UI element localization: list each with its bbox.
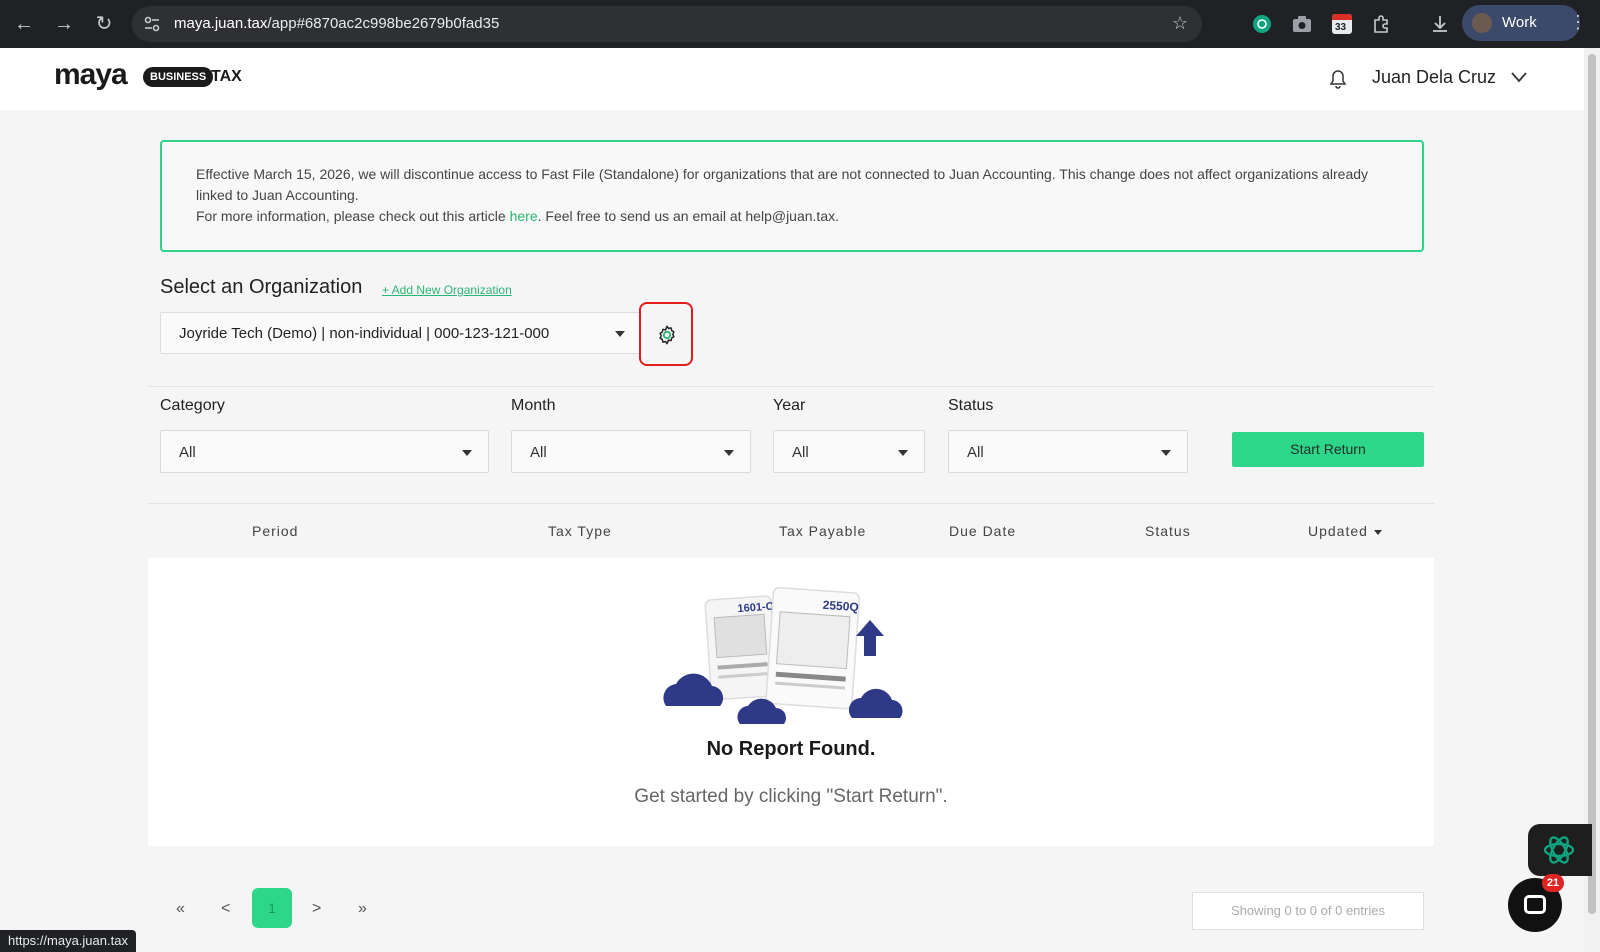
app-header: maya BUSINESS TAX Juan Dela Cruz	[0, 48, 1584, 110]
chat-unread-badge: 21	[1542, 874, 1564, 892]
column-header-tax-payable[interactable]: Tax Payable	[779, 523, 866, 539]
pagination-last[interactable]: »	[358, 900, 367, 918]
organization-value: Joyride Tech (Demo) | non-individual | 0…	[179, 325, 550, 342]
caret-down-icon	[462, 450, 472, 456]
form-label-a: 1601-C	[737, 601, 774, 615]
gear-icon	[659, 325, 675, 345]
back-icon[interactable]: ←	[12, 12, 36, 36]
caret-down-icon	[898, 450, 908, 456]
month-label: Month	[511, 397, 556, 414]
bookmark-star-icon[interactable]: ☆	[1172, 13, 1188, 34]
reload-icon[interactable]: ↻	[92, 12, 116, 36]
empty-state-subtitle: Get started by clicking "Start Return".	[634, 786, 948, 807]
category-label: Category	[160, 397, 225, 414]
year-label: Year	[773, 397, 806, 414]
org-section-title: Select an Organization	[160, 276, 363, 298]
pagination-next[interactable]: >	[312, 900, 321, 918]
year-value: All	[792, 444, 809, 461]
category-select[interactable]: All	[160, 430, 489, 473]
site-settings-icon[interactable]	[142, 14, 162, 34]
status-value: All	[967, 444, 984, 461]
empty-state-title: No Report Found.	[706, 738, 876, 760]
column-header-period[interactable]: Period	[252, 523, 298, 539]
profile-label: Work	[1502, 14, 1537, 31]
start-return-button[interactable]: Start Return	[1232, 432, 1424, 467]
forward-icon[interactable]: →	[52, 12, 76, 36]
pagination-prev[interactable]: <	[221, 900, 230, 918]
status-label: Status	[948, 397, 994, 414]
column-header-due-date[interactable]: Due Date	[949, 523, 1016, 539]
divider	[148, 503, 1434, 504]
url-text: maya.juan.tax/app#6870ac2c998be2679b0fad…	[174, 15, 500, 32]
notice-link[interactable]: here	[510, 208, 538, 224]
divider	[148, 386, 1434, 387]
add-organization-link[interactable]: + Add New Organization	[382, 283, 512, 297]
month-select[interactable]: All	[511, 430, 751, 473]
camera-extension-icon[interactable]	[1290, 12, 1314, 36]
status-select[interactable]: All	[948, 430, 1188, 473]
assistant-floating-button[interactable]	[1528, 824, 1592, 876]
user-menu[interactable]: Juan Dela Cruz	[1372, 67, 1496, 88]
calendar-extension-icon[interactable]: 33	[1330, 12, 1354, 36]
entries-summary: Showing 0 to 0 of 0 entries	[1192, 892, 1424, 930]
avatar	[1472, 13, 1492, 33]
organization-select[interactable]: Joyride Tech (Demo) | non-individual | 0…	[160, 312, 640, 354]
organization-settings-button[interactable]	[639, 302, 693, 366]
bell-icon[interactable]	[1328, 68, 1348, 90]
caret-down-icon	[1161, 450, 1171, 456]
link-status-bar: https://maya.juan.tax	[0, 930, 136, 952]
scrollbar-thumb[interactable]	[1588, 54, 1596, 914]
browser-menu-icon[interactable]: ⋮	[1569, 12, 1587, 33]
column-header-updated[interactable]: Updated	[1308, 523, 1382, 539]
calendar-badge: 33	[1335, 22, 1347, 33]
empty-reports-illustration: 1601-C 2550Q	[663, 586, 903, 724]
year-select[interactable]: All	[773, 430, 925, 473]
column-header-status[interactable]: Status	[1145, 523, 1191, 539]
caret-down-icon	[724, 450, 734, 456]
sort-caret-icon	[1373, 529, 1382, 535]
chevron-down-icon[interactable]	[1510, 70, 1528, 84]
notice-more-info: For more information, please check out t…	[196, 208, 839, 224]
pagination-page-current[interactable]: 1	[252, 888, 292, 928]
caret-down-icon	[615, 331, 625, 337]
address-bar[interactable]: maya.juan.tax/app#6870ac2c998be2679b0fad…	[132, 6, 1202, 42]
month-value: All	[530, 444, 547, 461]
chat-bubble-icon	[1524, 895, 1546, 914]
pagination-first[interactable]: «	[176, 900, 185, 918]
notice-banner: Effective March 15, 2026, we will discon…	[160, 140, 1424, 252]
logo-suffix: TAX	[211, 68, 242, 85]
form-label-b: 2550Q	[822, 598, 859, 614]
scrollbar[interactable]	[1584, 48, 1600, 952]
empty-state: 1601-C 2550Q No Report Found. Get starte…	[148, 558, 1434, 846]
notice-text: Effective March 15, 2026, we will discon…	[196, 166, 1369, 203]
download-icon[interactable]	[1428, 12, 1452, 36]
browser-toolbar: ← → ↻ maya.juan.tax/app#6870ac2c998be267…	[0, 0, 1600, 48]
logo[interactable]: maya	[54, 58, 128, 92]
column-header-tax-type[interactable]: Tax Type	[548, 523, 612, 539]
logo-badge: BUSINESS	[143, 67, 214, 87]
profile-button[interactable]: Work	[1462, 5, 1580, 41]
extensions-puzzle-icon[interactable]	[1370, 12, 1394, 36]
openai-logo-icon	[1543, 836, 1575, 864]
chatgpt-extension-icon[interactable]	[1250, 12, 1274, 36]
category-value: All	[179, 444, 196, 461]
